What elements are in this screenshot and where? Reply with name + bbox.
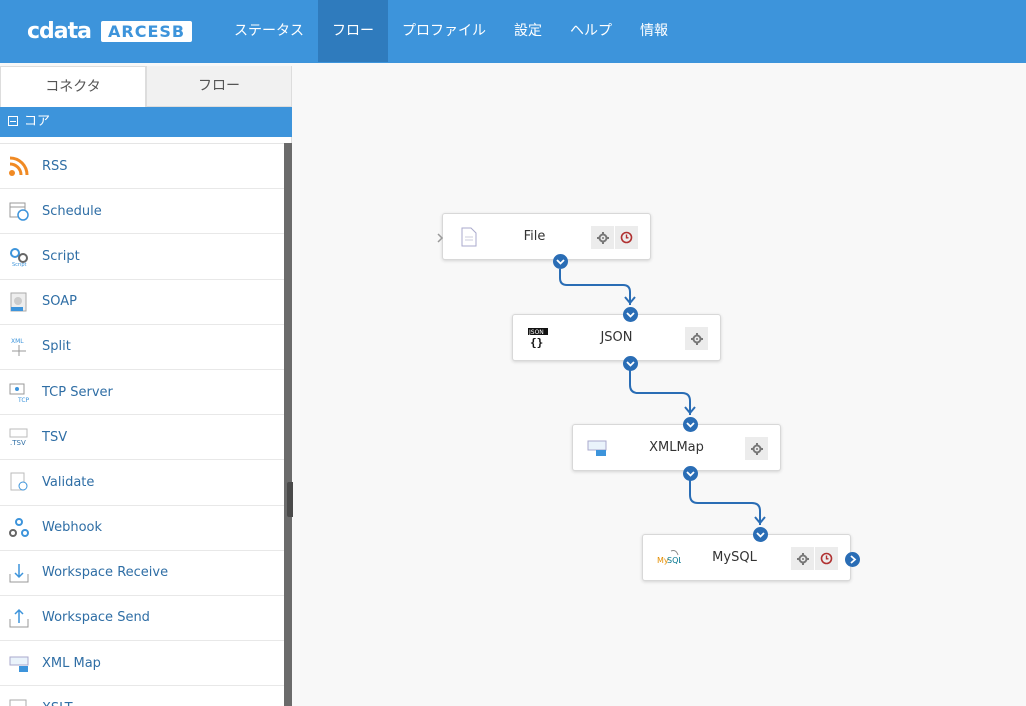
svg-text:SQL: SQL bbox=[667, 556, 681, 565]
schedule-clock-icon[interactable] bbox=[615, 226, 638, 249]
connector-item[interactable]: Workspace Receive bbox=[0, 551, 284, 596]
flow-canvas[interactable] bbox=[293, 66, 1026, 706]
connector-label: Script bbox=[42, 248, 80, 264]
connector-label: XSLT bbox=[42, 701, 73, 706]
nav-status[interactable]: ステータス bbox=[220, 0, 318, 62]
connector-label: Webhook bbox=[42, 520, 103, 536]
connector-item[interactable]: XML Split bbox=[0, 325, 284, 370]
connector-label: RSS bbox=[42, 158, 68, 174]
brand-logo[interactable]: cdata ARCESB bbox=[27, 18, 193, 44]
flow-node-json[interactable]: JSON JSON{} bbox=[512, 314, 721, 361]
connector-item[interactable]: XSLT bbox=[0, 686, 284, 706]
workspace-receive-icon bbox=[8, 562, 30, 584]
settings-gear-icon[interactable] bbox=[791, 547, 814, 570]
workspace-send-icon bbox=[8, 607, 30, 629]
tab-connectors[interactable]: コネクタ bbox=[0, 66, 146, 107]
xslt-icon bbox=[8, 697, 30, 706]
svg-text:JSON: JSON bbox=[528, 329, 544, 336]
input-port-xmlmap[interactable] bbox=[683, 417, 698, 432]
output-port-mysql[interactable] bbox=[845, 552, 860, 567]
sidebar-tabs: コネクタ フロー bbox=[0, 66, 291, 107]
output-port-file[interactable] bbox=[553, 254, 568, 269]
flow-node-xmlmap[interactable]: XMLMap bbox=[572, 424, 781, 471]
settings-gear-icon[interactable] bbox=[685, 327, 708, 350]
output-port-json[interactable] bbox=[623, 356, 638, 371]
validate-icon bbox=[8, 471, 30, 493]
svg-text:Script: Script bbox=[12, 262, 27, 267]
svg-text:{}: {} bbox=[530, 336, 543, 349]
webhook-icon bbox=[8, 517, 30, 539]
scrollbar[interactable] bbox=[284, 143, 292, 706]
connector-item[interactable]: XML Map bbox=[0, 641, 284, 687]
schedule-icon bbox=[8, 200, 30, 222]
svg-text:TCP: TCP bbox=[17, 397, 30, 403]
schedule-clock-icon[interactable] bbox=[815, 547, 838, 570]
product-name: ARCESB bbox=[101, 20, 193, 42]
connector-item[interactable]: Validate bbox=[0, 460, 284, 506]
mysql-icon: My SQL bbox=[657, 547, 683, 569]
flow-node-file[interactable]: File bbox=[442, 213, 651, 260]
connector-item[interactable]: SOAP bbox=[0, 280, 284, 325]
group-label: コア bbox=[24, 114, 51, 129]
connector-label: TSV bbox=[42, 429, 68, 445]
connector-item[interactable]: Script Script bbox=[0, 234, 284, 280]
connector-item[interactable]: .TSV TSV bbox=[0, 415, 284, 461]
input-chevron-icon[interactable] bbox=[436, 230, 446, 244]
node-actions bbox=[790, 547, 838, 570]
split-icon: XML bbox=[8, 336, 30, 358]
nav-settings[interactable]: 設定 bbox=[500, 0, 556, 62]
json-icon: JSON{} bbox=[527, 327, 548, 349]
connector-label: Split bbox=[42, 339, 71, 355]
connector-item[interactable]: Workspace Send bbox=[0, 596, 284, 642]
settings-gear-icon[interactable] bbox=[591, 226, 614, 249]
file-icon bbox=[459, 226, 479, 248]
sidebar: コネクタ フロー コア RSS Schedule Script Script SOAP X… bbox=[0, 66, 292, 706]
connector-item[interactable]: RSS bbox=[0, 144, 284, 190]
connector-label: SOAP bbox=[42, 294, 77, 310]
flow-node-mysql[interactable]: MySQL My SQL bbox=[642, 534, 851, 581]
collapse-minus-icon[interactable] bbox=[8, 116, 18, 126]
nav-profile[interactable]: プロファイル bbox=[388, 0, 500, 62]
soap-icon bbox=[8, 291, 30, 313]
nav-help[interactable]: ヘルプ bbox=[556, 0, 626, 62]
cdata-logo-text: cdata bbox=[27, 18, 92, 44]
connector-label: XML Map bbox=[42, 655, 101, 671]
connector-label: Schedule bbox=[42, 203, 102, 219]
rss-icon bbox=[8, 155, 30, 177]
top-bar: cdata ARCESB ステータス フロー プロファイル 設定 ヘルプ 情報 bbox=[0, 0, 1026, 63]
connector-item[interactable]: TCP TCP Server bbox=[0, 370, 284, 416]
tcp-server-icon: TCP bbox=[8, 381, 30, 403]
node-actions bbox=[744, 437, 768, 460]
connector-list: RSS Schedule Script Script SOAP XML Split TCP TC… bbox=[0, 143, 284, 706]
main-nav: ステータス フロー プロファイル 設定 ヘルプ 情報 bbox=[220, 0, 682, 63]
output-port-xmlmap[interactable] bbox=[683, 466, 698, 481]
settings-gear-icon[interactable] bbox=[745, 437, 768, 460]
connector-label: Workspace Send bbox=[42, 610, 150, 626]
connector-label: Validate bbox=[42, 474, 95, 490]
connector-label: Workspace Receive bbox=[42, 565, 169, 581]
xmlmap-icon bbox=[587, 437, 607, 459]
tab-flows[interactable]: フロー bbox=[146, 66, 291, 107]
nav-flow[interactable]: フロー bbox=[318, 0, 388, 62]
svg-text:.TSV: .TSV bbox=[10, 439, 26, 447]
nav-info[interactable]: 情報 bbox=[626, 0, 682, 62]
xml-map-icon bbox=[8, 652, 30, 674]
tsv-icon: .TSV bbox=[8, 426, 30, 448]
connector-label: TCP Server bbox=[42, 384, 113, 400]
script-icon: Script bbox=[8, 245, 30, 267]
input-port-json[interactable] bbox=[623, 307, 638, 322]
connector-item[interactable]: Schedule bbox=[0, 189, 284, 235]
input-port-mysql[interactable] bbox=[753, 527, 768, 542]
node-actions bbox=[684, 327, 708, 350]
connector-item[interactable]: Webhook bbox=[0, 506, 284, 551]
group-header-core[interactable]: コア bbox=[0, 107, 292, 137]
svg-text:XML: XML bbox=[11, 338, 24, 345]
node-actions bbox=[590, 226, 638, 249]
